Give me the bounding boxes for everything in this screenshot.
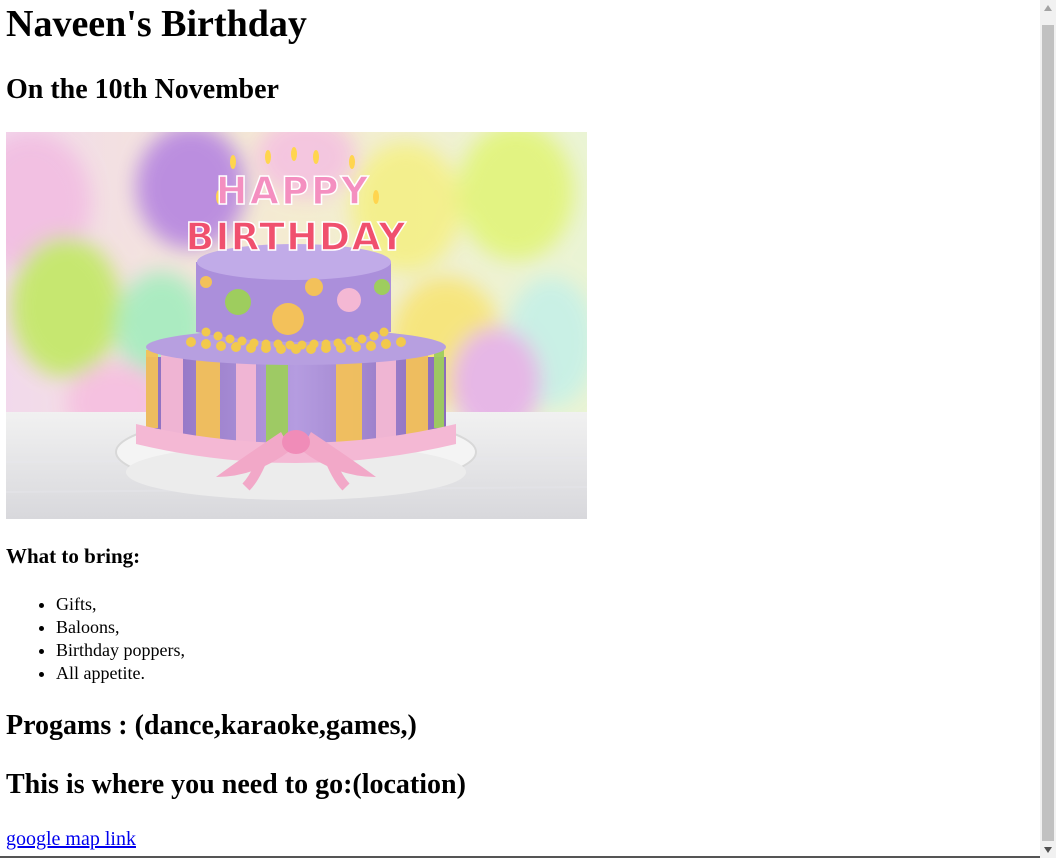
list-item: Birthday poppers, xyxy=(56,639,185,662)
browser-viewport: Naveen's Birthday On the 10th November H… xyxy=(0,0,1056,858)
programs-heading: Progams : (dance,karaoke,games,) xyxy=(6,710,417,741)
list-item: All appetite. xyxy=(56,662,185,685)
page-title: Naveen's Birthday xyxy=(6,3,307,45)
scroll-down-button[interactable] xyxy=(1040,842,1056,858)
birthday-candle-letters: BIRTHDAY xyxy=(185,215,406,259)
list-item: Baloons, xyxy=(56,616,185,639)
triangle-up-icon xyxy=(1044,5,1052,11)
location-heading: This is where you need to go:(location) xyxy=(6,769,466,800)
list-item: Gifts, xyxy=(56,593,185,616)
birthday-cake-image: HAPPY BIRTHDAY xyxy=(6,132,587,519)
happy-candle-letters: HAPPY xyxy=(216,169,370,213)
bring-list: Gifts, Baloons, Birthday poppers, All ap… xyxy=(6,593,185,685)
scroll-up-button[interactable] xyxy=(1040,0,1056,16)
vertical-scrollbar[interactable] xyxy=(1040,0,1056,858)
scrollbar-thumb[interactable] xyxy=(1042,25,1054,841)
bring-heading: What to bring: xyxy=(6,544,141,568)
triangle-down-icon xyxy=(1044,847,1052,853)
google-map-link[interactable]: google map link xyxy=(6,827,136,851)
date-heading: On the 10th November xyxy=(6,74,279,105)
